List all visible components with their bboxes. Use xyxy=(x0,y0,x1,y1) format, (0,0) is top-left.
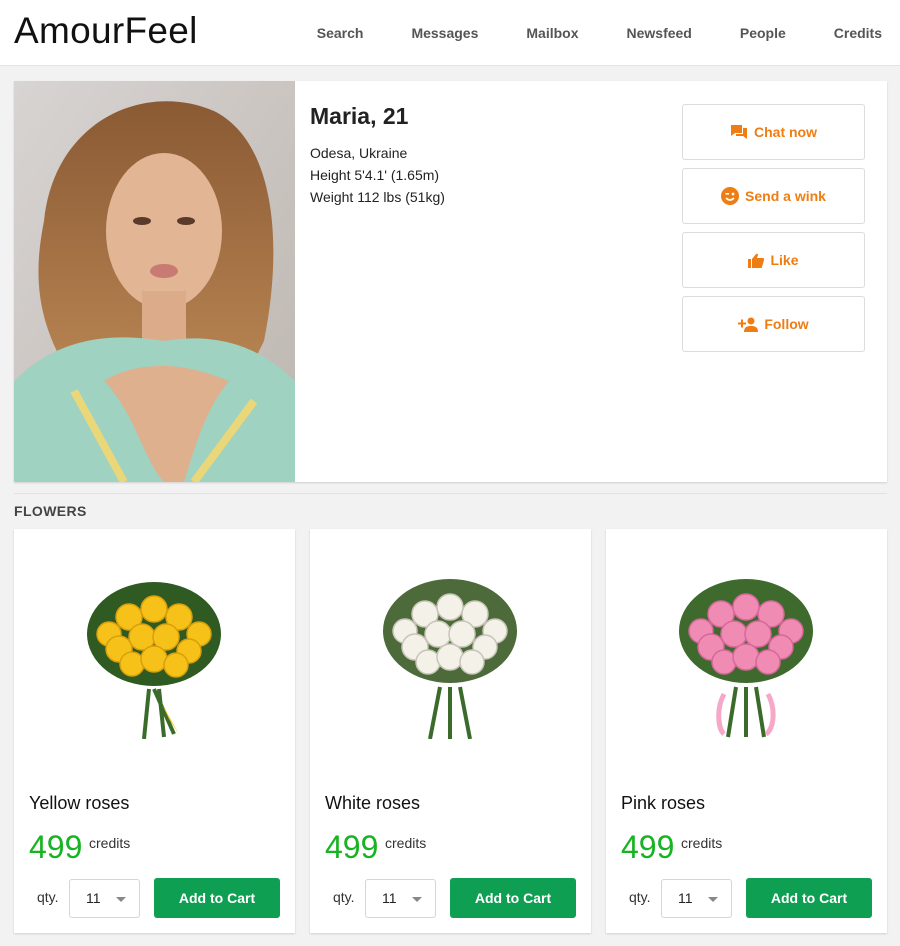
profile-weight: Weight 112 lbs (51kg) xyxy=(310,189,445,205)
follow-label: Follow xyxy=(764,316,809,332)
profile-actions: Chat now Send a wink Like Follow xyxy=(682,104,865,360)
like-label: Like xyxy=(770,252,799,268)
profile-name: Maria, 21 xyxy=(310,103,409,129)
chevron-down-icon xyxy=(412,897,422,902)
qty-select[interactable]: 11 xyxy=(661,879,732,918)
qty-label: qty. xyxy=(629,889,651,905)
profile-height: Height 5'4.1' (1.65m) xyxy=(310,167,440,183)
section-title: FLOWERS xyxy=(14,503,87,519)
qty-value: 11 xyxy=(86,890,101,906)
nav-people[interactable]: People xyxy=(740,25,786,41)
product-name: White roses xyxy=(325,793,421,813)
pink-roses-image[interactable] xyxy=(606,569,887,739)
price-unit: credits xyxy=(89,835,131,851)
qty-select[interactable]: 11 xyxy=(365,879,436,918)
white-roses-image[interactable] xyxy=(310,569,591,739)
product-card-yellow-roses: Yellow roses 499 credits qty. 11 Add to … xyxy=(14,529,295,933)
thumbs-up-icon xyxy=(748,253,765,268)
chevron-down-icon xyxy=(708,897,718,902)
product-name: Yellow roses xyxy=(29,793,130,813)
profile-photo[interactable] xyxy=(14,81,295,482)
profile-location: Odesa, Ukraine xyxy=(310,145,408,161)
add-to-cart-button[interactable]: Add to Cart xyxy=(746,878,872,918)
send-wink-button[interactable]: Send a wink xyxy=(682,168,865,224)
nav-credits[interactable]: Credits xyxy=(834,25,882,41)
qty-select[interactable]: 11 xyxy=(69,879,140,918)
product-price: 499 xyxy=(325,829,379,865)
qty-value: 11 xyxy=(678,890,693,906)
product-price: 499 xyxy=(621,829,675,865)
like-button[interactable]: Like xyxy=(682,232,865,288)
section-divider xyxy=(14,493,887,494)
chat-now-label: Chat now xyxy=(754,124,817,140)
nav-mailbox[interactable]: Mailbox xyxy=(526,25,578,41)
chat-icon xyxy=(731,125,747,139)
profile-card: Maria, 21 Odesa, Ukraine Height 5'4.1' (… xyxy=(14,81,887,482)
product-card-pink-roses: Pink roses 499 credits qty. 11 Add to Ca… xyxy=(606,529,887,933)
qty-value: 11 xyxy=(382,890,397,906)
nav-search[interactable]: Search xyxy=(317,25,364,41)
chat-now-button[interactable]: Chat now xyxy=(682,104,865,160)
add-to-cart-button[interactable]: Add to Cart xyxy=(450,878,576,918)
price-unit: credits xyxy=(385,835,427,851)
chevron-down-icon xyxy=(116,897,126,902)
add-to-cart-button[interactable]: Add to Cart xyxy=(154,878,280,918)
top-header: AmourFeel Search Messages Mailbox Newsfe… xyxy=(0,0,900,66)
add-person-icon xyxy=(738,317,759,332)
product-card-white-roses: White roses 499 credits qty. 11 Add to C… xyxy=(310,529,591,933)
follow-button[interactable]: Follow xyxy=(682,296,865,352)
nav-newsfeed[interactable]: Newsfeed xyxy=(627,25,692,41)
product-name: Pink roses xyxy=(621,793,706,813)
product-price: 499 xyxy=(29,829,83,865)
qty-label: qty. xyxy=(37,889,59,905)
qty-label: qty. xyxy=(333,889,355,905)
main-nav: Search Messages Mailbox Newsfeed People … xyxy=(269,0,882,66)
site-logo[interactable]: AmourFeel xyxy=(14,10,198,52)
nav-messages[interactable]: Messages xyxy=(411,25,478,41)
profile-info: Maria, 21 Odesa, Ukraine Height 5'4.1' (… xyxy=(310,103,445,208)
price-unit: credits xyxy=(681,835,723,851)
yellow-roses-image[interactable] xyxy=(14,569,295,739)
send-wink-label: Send a wink xyxy=(745,188,826,204)
wink-icon xyxy=(721,187,740,205)
